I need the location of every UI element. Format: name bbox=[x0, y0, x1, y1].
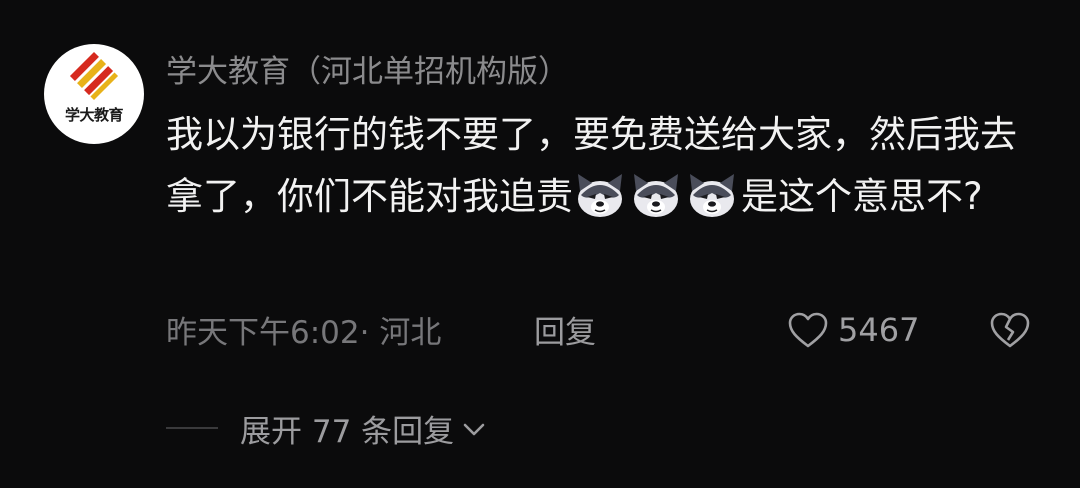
expand-replies-button[interactable]: 展开 77 条回复 bbox=[240, 406, 488, 451]
husky-emoji-icon bbox=[574, 171, 626, 219]
like-count: 5467 bbox=[838, 311, 920, 349]
expand-divider bbox=[166, 427, 218, 429]
avatar[interactable]: 学大教育 bbox=[44, 44, 144, 144]
comment-text-part2: 是这个意思不? bbox=[741, 175, 983, 218]
reply-button[interactable]: 回复 bbox=[534, 307, 596, 352]
comment-time-location: 昨天下午6:02· 河北 bbox=[166, 315, 442, 351]
avatar-logo-text: 学大教育 bbox=[64, 106, 124, 124]
husky-emoji-icon bbox=[686, 171, 738, 219]
comment-text: 我以为银行的钱不要了，要免费送给大家，然后我去拿了，你们不能对我追责 是这个意思… bbox=[166, 104, 1026, 228]
expand-replies-label: 展开 77 条回复 bbox=[240, 414, 455, 450]
husky-emoji-icon bbox=[630, 171, 682, 219]
broken-heart-icon[interactable] bbox=[988, 310, 1032, 350]
xueda-logo-icon bbox=[69, 51, 119, 101]
chevron-down-icon bbox=[463, 423, 485, 435]
comment-author[interactable]: 学大教育（河北单招机构版） bbox=[166, 46, 569, 91]
comment-card: 学大教育 学大教育（河北单招机构版） 我以为银行的钱不要了，要免费送给大家，然后… bbox=[0, 0, 1080, 488]
heart-icon bbox=[788, 312, 828, 348]
like-button[interactable]: 5467 bbox=[786, 308, 919, 352]
